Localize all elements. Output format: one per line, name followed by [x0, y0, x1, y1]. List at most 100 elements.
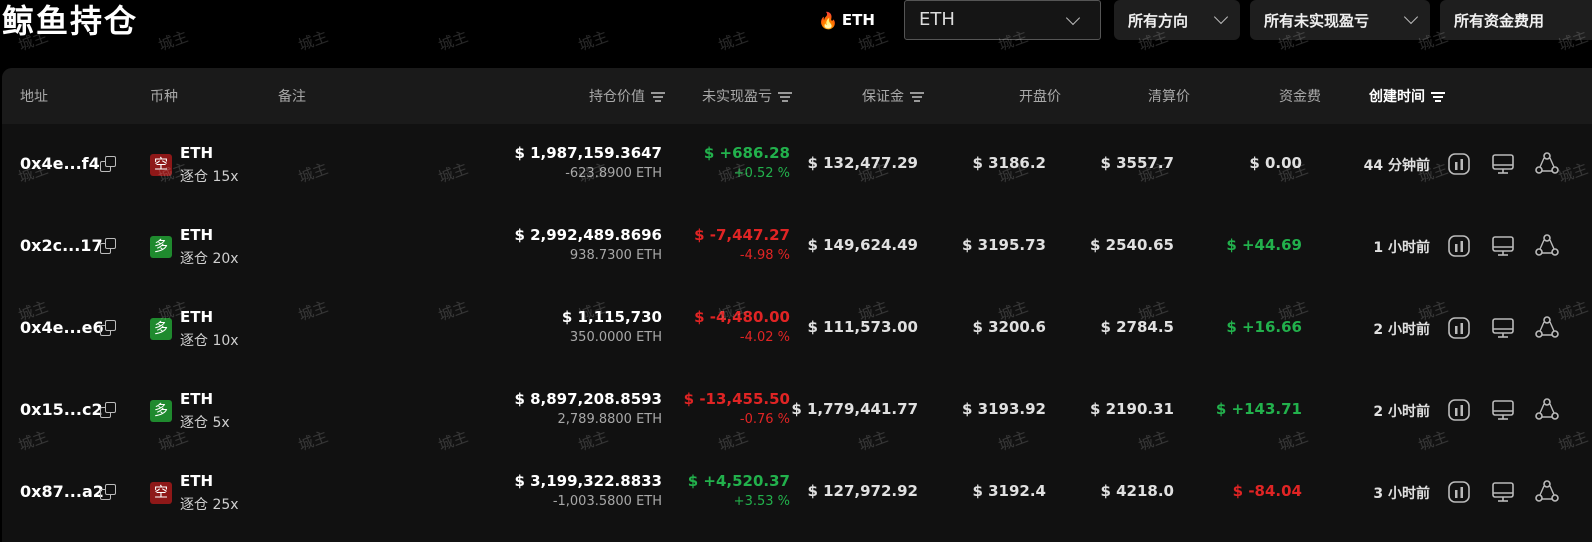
monitor-icon[interactable] — [1490, 315, 1516, 341]
col-value[interactable]: 持仓价值 — [589, 86, 665, 106]
address-text[interactable]: 0x4e...f4 — [20, 154, 100, 173]
liquidation-price: $ 2784.5 — [1100, 318, 1174, 336]
share-icon[interactable] — [1534, 315, 1560, 341]
liquidation-price: $ 2190.31 — [1090, 400, 1174, 418]
coin-name: ETH — [180, 390, 214, 408]
table-row[interactable]: 0x4e...e6 多 ETH 逐仓 10x $ 1,115,730 350.0… — [2, 288, 1592, 370]
funding-filter-label: 所有资金费用 — [1454, 11, 1545, 30]
col-margin[interactable]: 保证金 — [862, 86, 924, 106]
chevron-down-icon — [1065, 10, 1081, 26]
copy-icon[interactable] — [100, 238, 116, 254]
created-time: 2 小时前 — [1373, 322, 1430, 338]
table-header: 地址 币种 备注 持仓价值 未实现盈亏 保证金 开盘价 清算价 资金费 创建时间 — [2, 68, 1592, 124]
col-note: 备注 — [278, 89, 306, 105]
monitor-icon[interactable] — [1490, 233, 1516, 259]
address-text[interactable]: 0x15...c2 — [20, 400, 103, 419]
margin-value: $ 1,779,441.77 — [791, 400, 918, 418]
side-badge: 多 — [150, 236, 172, 258]
side-badge: 多 — [150, 318, 172, 340]
table-row[interactable]: 0x2c...17 多 ETH 逐仓 20x $ 2,992,489.8696 … — [2, 206, 1592, 288]
position-amount: 938.7300 ETH — [569, 248, 662, 263]
direction-filter-label: 所有方向 — [1128, 11, 1189, 30]
pnl-filter-label: 所有未实现盈亏 — [1264, 11, 1370, 30]
positions-table: 地址 币种 备注 持仓价值 未实现盈亏 保证金 开盘价 清算价 资金费 创建时间… — [2, 68, 1592, 542]
position-value: $ 8,897,208.8593 — [514, 390, 662, 408]
asset-chip[interactable]: 🔥 ETH — [818, 8, 875, 32]
entry-price: $ 3192.4 — [972, 482, 1046, 500]
chart-icon[interactable] — [1446, 315, 1472, 341]
asset-select-value: ETH — [919, 9, 955, 30]
position-value: $ 2,992,489.8696 — [514, 226, 662, 244]
funding-filter[interactable]: 所有资金费用 — [1440, 0, 1592, 40]
direction-filter[interactable]: 所有方向 — [1114, 0, 1240, 40]
share-icon[interactable] — [1534, 479, 1560, 505]
funding-fee: $ 0.00 — [1249, 154, 1302, 172]
monitor-icon[interactable] — [1490, 151, 1516, 177]
col-created-label: 创建时间 — [1369, 89, 1425, 105]
coin-name: ETH — [180, 308, 214, 326]
share-icon[interactable] — [1534, 397, 1560, 423]
pnl-filter[interactable]: 所有未实现盈亏 — [1250, 0, 1430, 40]
funding-fee: $ +143.71 — [1215, 400, 1302, 418]
monitor-icon[interactable] — [1490, 397, 1516, 423]
col-created[interactable]: 创建时间 — [1369, 86, 1445, 106]
leverage-text: 逐仓 10x — [180, 333, 239, 349]
share-icon[interactable] — [1534, 151, 1560, 177]
entry-price: $ 3193.92 — [962, 400, 1046, 418]
coin-name: ETH — [180, 144, 214, 162]
table-row[interactable]: 0x4e...f4 空 ETH 逐仓 15x $ 1,987,159.3647 … — [2, 124, 1592, 206]
chart-icon[interactable] — [1446, 151, 1472, 177]
side-badge: 空 — [150, 154, 172, 176]
chart-icon[interactable] — [1446, 397, 1472, 423]
unrealized-pnl: $ -4,480.00 — [694, 308, 790, 326]
margin-value: $ 132,477.29 — [807, 154, 918, 172]
liquidation-price: $ 3557.7 — [1100, 154, 1174, 172]
unrealized-pnl-pct: +3.53 % — [733, 494, 790, 509]
created-time: 1 小时前 — [1373, 240, 1430, 256]
created-time: 3 小时前 — [1373, 486, 1430, 502]
chevron-down-icon — [1403, 9, 1419, 25]
position-value: $ 1,115,730 — [561, 308, 662, 326]
sort-icon — [910, 92, 924, 102]
liquidation-price: $ 2540.65 — [1090, 236, 1174, 254]
sort-icon — [778, 92, 792, 102]
top-bar: 鲸鱼持仓 🔥 ETH ETH 所有方向 所有未实现盈亏 所有资金费用 — [0, 0, 1592, 56]
share-icon[interactable] — [1534, 233, 1560, 259]
col-value-label: 持仓价值 — [589, 89, 645, 105]
coin-name: ETH — [180, 226, 214, 244]
table-row[interactable]: 0x87...a2 空 ETH 逐仓 25x $ 3,199,322.8833 … — [2, 452, 1592, 534]
copy-icon[interactable] — [100, 484, 116, 500]
chart-icon[interactable] — [1446, 479, 1472, 505]
col-pnl-label: 未实现盈亏 — [702, 89, 772, 105]
entry-price: $ 3195.73 — [962, 236, 1046, 254]
col-entry: 开盘价 — [1019, 89, 1061, 105]
col-liq: 清算价 — [1148, 89, 1190, 105]
copy-icon[interactable] — [100, 402, 116, 418]
unrealized-pnl-pct: -4.02 % — [739, 330, 790, 345]
side-badge: 多 — [150, 400, 172, 422]
position-amount: -623.8900 ETH — [565, 166, 662, 181]
address-text[interactable]: 0x87...a2 — [20, 482, 104, 501]
sort-icon — [651, 92, 665, 102]
leverage-text: 逐仓 15x — [180, 169, 239, 185]
liquidation-price: $ 4218.0 — [1100, 482, 1174, 500]
monitor-icon[interactable] — [1490, 479, 1516, 505]
funding-fee: $ +16.66 — [1226, 318, 1302, 336]
col-pnl[interactable]: 未实现盈亏 — [702, 86, 792, 106]
address-text[interactable]: 0x2c...17 — [20, 236, 103, 255]
side-badge: 空 — [150, 482, 172, 504]
funding-fee: $ -84.04 — [1232, 482, 1302, 500]
position-value: $ 1,987,159.3647 — [514, 144, 662, 162]
asset-select[interactable]: ETH — [904, 0, 1101, 40]
copy-icon[interactable] — [100, 156, 116, 172]
position-amount: -1,003.5800 ETH — [552, 494, 662, 509]
address-text[interactable]: 0x4e...e6 — [20, 318, 104, 337]
leverage-text: 逐仓 5x — [180, 415, 230, 431]
col-address: 地址 — [20, 89, 48, 105]
copy-icon[interactable] — [100, 320, 116, 336]
unrealized-pnl: $ +4,520.37 — [687, 472, 790, 490]
leverage-text: 逐仓 25x — [180, 497, 239, 513]
chart-icon[interactable] — [1446, 233, 1472, 259]
table-row[interactable]: 0x15...c2 多 ETH 逐仓 5x $ 8,897,208.8593 2… — [2, 370, 1592, 452]
entry-price: $ 3200.6 — [972, 318, 1046, 336]
